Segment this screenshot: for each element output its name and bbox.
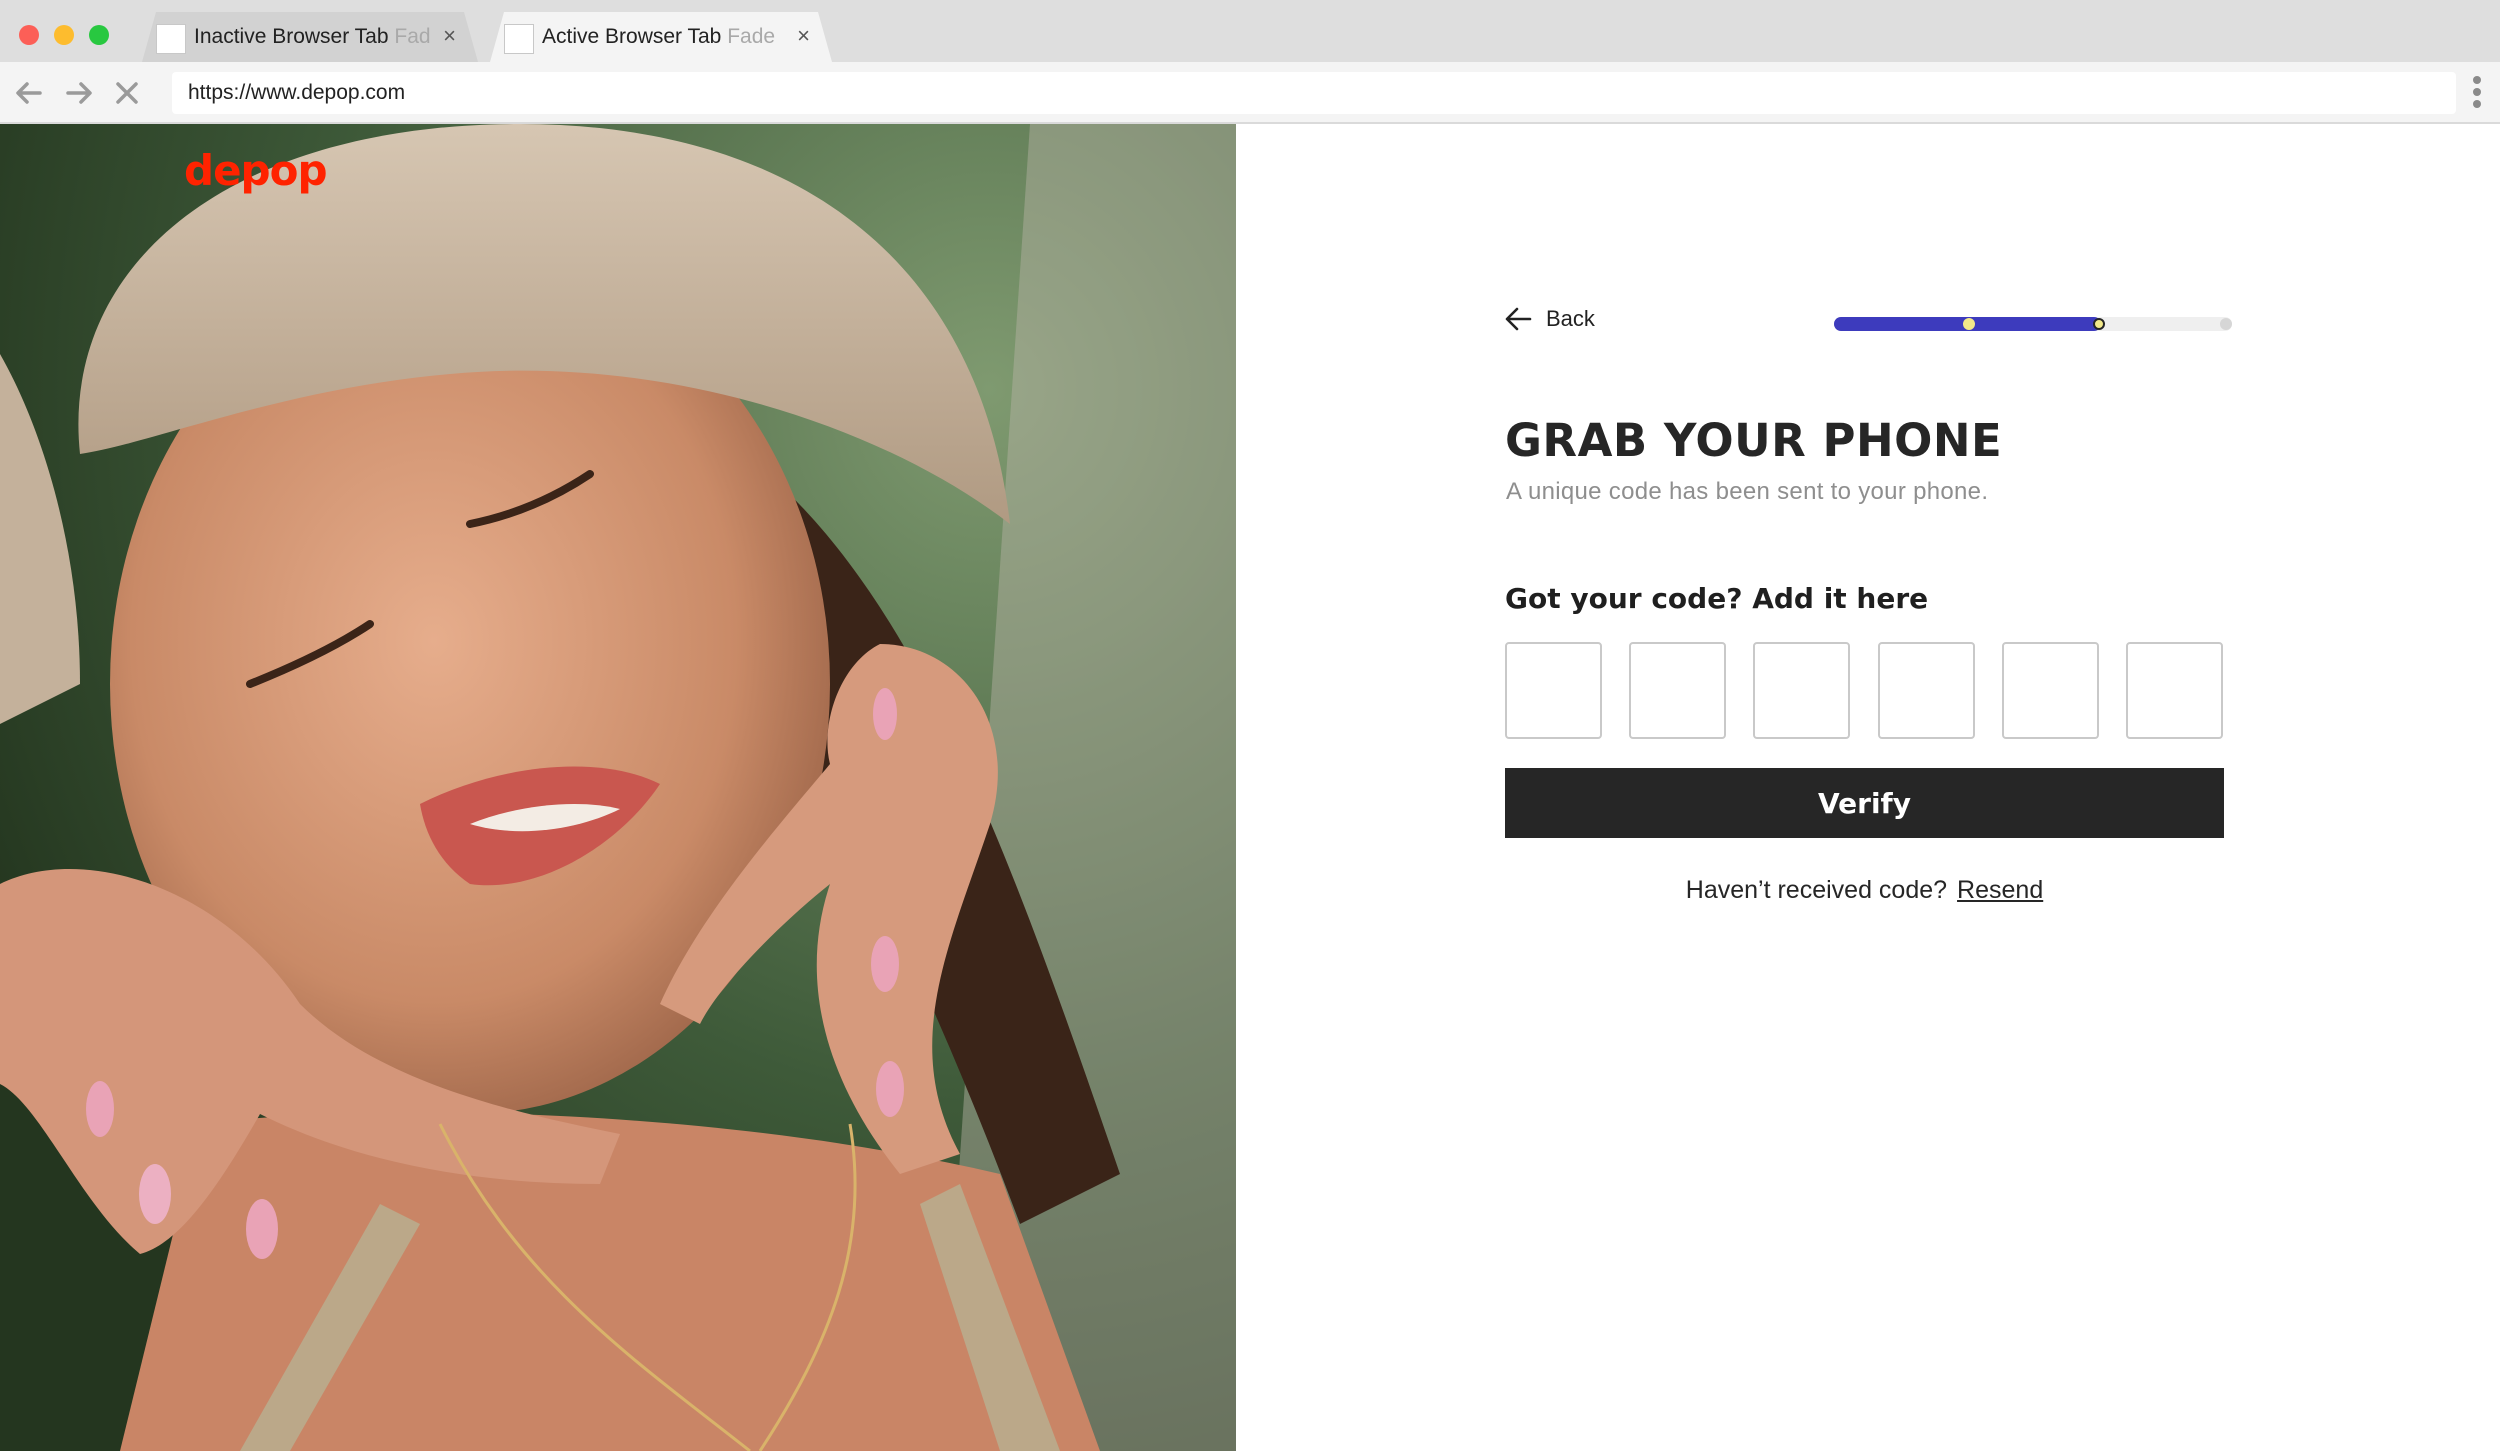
verify-button[interactable]: Verify xyxy=(1505,768,2224,838)
back-arrow-icon[interactable] xyxy=(12,76,46,110)
progress-step-dot xyxy=(2093,318,2105,330)
tab-active[interactable]: Active Browser Tab Fade × xyxy=(490,12,832,62)
back-arrow-icon xyxy=(1505,307,1532,331)
window-close-button[interactable] xyxy=(19,25,39,45)
hero-image: depop xyxy=(0,124,1236,1451)
page-title: GRAB YOUR PHONE xyxy=(1505,414,2003,467)
favicon-icon xyxy=(156,24,186,54)
resend-link[interactable]: Resend xyxy=(1957,876,2043,904)
hero-photo xyxy=(0,124,1236,1451)
code-digit-input-1[interactable] xyxy=(1505,642,1602,739)
progress-step-dot xyxy=(1963,318,1975,330)
progress-step-dot xyxy=(2220,318,2232,330)
window-minimize-button[interactable] xyxy=(54,25,74,45)
signup-progress-bar xyxy=(1834,314,2234,334)
window-maximize-button[interactable] xyxy=(89,25,109,45)
forward-arrow-icon[interactable] xyxy=(62,76,96,110)
address-bar[interactable]: https://www.depop.com xyxy=(172,72,2456,114)
code-digit-input-2[interactable] xyxy=(1629,642,1726,739)
code-digit-input-3[interactable] xyxy=(1753,642,1850,739)
browser-menu-icon[interactable] xyxy=(2466,76,2488,112)
resend-prompt: Haven’t received code? xyxy=(1685,876,1948,904)
page-subtitle: A unique code has been sent to your phon… xyxy=(1506,478,1989,505)
tab-title: Inactive Browser Tab Fad xyxy=(194,25,431,48)
code-digit-input-4[interactable] xyxy=(1878,642,1975,739)
tab-title-fade: Fad xyxy=(394,25,431,48)
tab-title: Active Browser Tab Fade xyxy=(542,25,776,48)
browser-titlebar: Inactive Browser Tab Fad × Active Browse… xyxy=(0,0,2500,62)
verification-panel: Back GRAB YOUR PHONE A unique code has b… xyxy=(1236,124,2500,1451)
stop-loading-icon[interactable] xyxy=(110,76,144,110)
back-button[interactable]: Back xyxy=(1504,306,1595,332)
tab-close-icon[interactable]: × xyxy=(797,24,810,48)
code-label: Got your code? Add it here xyxy=(1505,582,1929,615)
page-content: depop Back GRAB YOUR PHONE A unique code… xyxy=(0,124,2500,1451)
browser-toolbar: https://www.depop.com xyxy=(0,62,2500,124)
tab-title-fade: Fade xyxy=(727,25,776,48)
tab-inactive[interactable]: Inactive Browser Tab Fad × xyxy=(142,12,478,62)
favicon-icon xyxy=(504,24,534,54)
tab-close-icon[interactable]: × xyxy=(443,24,456,48)
code-digit-input-6[interactable] xyxy=(2126,642,2223,739)
resend-row: Haven’t received code? Resend xyxy=(1505,876,2224,905)
depop-logo[interactable]: depop xyxy=(184,146,328,195)
back-label: Back xyxy=(1546,306,1595,331)
code-digit-input-5[interactable] xyxy=(2002,642,2099,739)
